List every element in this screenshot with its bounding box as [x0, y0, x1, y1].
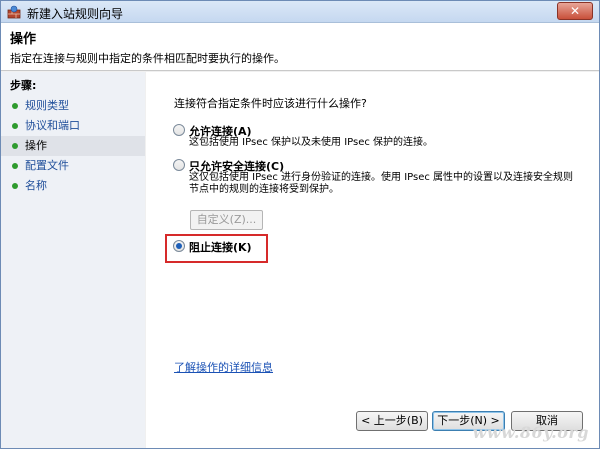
step-bullet-icon [12, 143, 18, 149]
learn-more-link[interactable]: 了解操作的详细信息 [174, 359, 273, 375]
close-icon: ✕ [569, 4, 581, 18]
watermark: www.86y.org [472, 423, 589, 442]
step-label: 操作 [25, 139, 47, 152]
step-bullet-icon [12, 103, 18, 109]
window-title: 新建入站规则向导 [27, 7, 124, 21]
close-button[interactable]: ✕ [557, 2, 593, 20]
step-label: 规则类型 [25, 99, 69, 112]
step-bullet-icon [12, 163, 18, 169]
action-question: 连接符合指定条件时应该进行什么操作? [174, 97, 367, 110]
main-pane: 连接符合指定条件时应该进行什么操作? 允许连接(A) 这包括使用 IPsec 保… [146, 72, 599, 448]
allow-secure-description: 这仅包括使用 IPsec 进行身份验证的连接。使用 IPsec 属性中的设置以及… [189, 172, 574, 195]
step-protocol-port[interactable]: 协议和端口 [1, 116, 145, 136]
step-bullet-icon [12, 183, 18, 189]
steps-title: 步骤: [10, 79, 37, 92]
page-title: 操作 [10, 32, 37, 47]
step-rule-type[interactable]: 规则类型 [1, 96, 145, 116]
step-bullet-icon [12, 123, 18, 129]
step-name[interactable]: 名称 [1, 176, 145, 196]
steps-list: 规则类型 协议和端口 操作 配置文件 名称 [1, 96, 145, 196]
step-label: 协议和端口 [25, 119, 80, 132]
page-header: 操作 指定在连接与规则中指定的条件相匹配时要执行的操作。 [1, 23, 599, 71]
steps-pane: 步骤: 规则类型 协议和端口 操作 配置文件 名称 [1, 72, 145, 448]
block-label[interactable]: 阻止连接(K) [189, 239, 252, 255]
step-profile[interactable]: 配置文件 [1, 156, 145, 176]
back-button[interactable]: < 上一步(B) [356, 411, 428, 431]
step-action[interactable]: 操作 [1, 136, 145, 156]
page-description: 指定在连接与规则中指定的条件相匹配时要执行的操作。 [10, 52, 285, 65]
step-label: 名称 [25, 179, 47, 192]
step-label: 配置文件 [25, 159, 69, 172]
block-radio[interactable] [173, 240, 185, 252]
allow-radio[interactable] [173, 124, 185, 136]
customize-button[interactable]: 自定义(Z)... [190, 210, 263, 230]
allow-secure-radio[interactable] [173, 159, 185, 171]
firewall-icon [7, 5, 21, 19]
wizard-window: 新建入站规则向导 ✕ 操作 指定在连接与规则中指定的条件相匹配时要执行的操作。 … [0, 0, 600, 449]
allow-description: 这包括使用 IPsec 保护以及未使用 IPsec 保护的连接。 [189, 137, 434, 148]
title-bar[interactable]: 新建入站规则向导 ✕ [1, 1, 599, 23]
